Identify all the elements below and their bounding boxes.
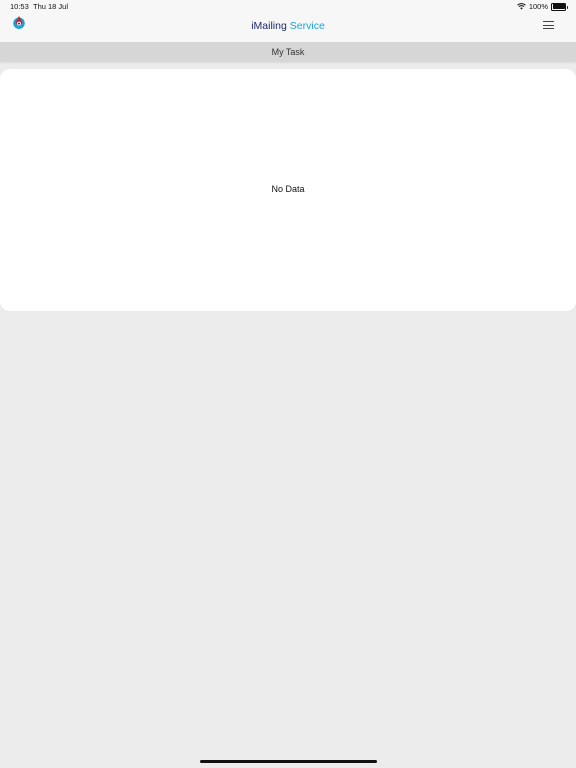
menu-line — [543, 21, 554, 23]
empty-state-text: No Data — [271, 184, 305, 194]
status-indicators: 100% — [516, 2, 568, 11]
app-screen: 10:53 Thu 18 Jul 100% iMailing Service M… — [0, 0, 576, 768]
app-header: iMailing Service — [0, 14, 576, 42]
menu-line — [543, 28, 554, 30]
status-bar: 10:53 Thu 18 Jul 100% — [0, 0, 576, 14]
status-date: Thu 18 Jul — [33, 2, 69, 11]
battery-level — [552, 4, 565, 9]
app-title: iMailing Service — [0, 20, 576, 32]
home-indicator[interactable] — [200, 760, 377, 763]
task-list-card: No Data — [0, 69, 576, 311]
page-title: My Task — [271, 47, 305, 57]
wifi-icon — [516, 3, 526, 10]
app-title-accent: Service — [289, 20, 325, 32]
page-title-bar: My Task — [0, 42, 576, 62]
app-title-main: iMailing — [251, 20, 287, 32]
battery-percent: 100% — [528, 2, 548, 11]
battery-icon — [551, 2, 568, 11]
hamburger-menu-icon[interactable] — [543, 21, 555, 31]
menu-line — [543, 24, 554, 26]
status-time: 10:53 — [10, 2, 29, 11]
